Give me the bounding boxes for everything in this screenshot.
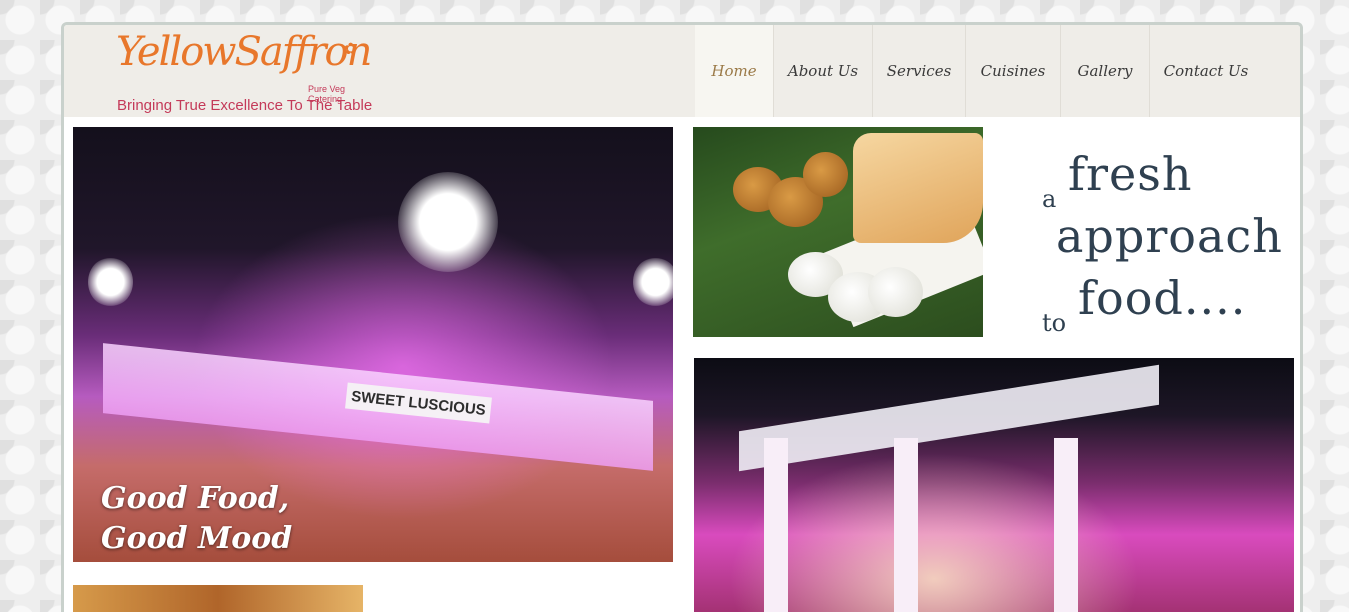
light-umbrella (633, 257, 673, 307)
nav-cuisines[interactable]: Cuisines (966, 25, 1061, 117)
nav-gallery[interactable]: Gallery (1061, 25, 1150, 117)
hero-caption-line2: Good Mood (101, 521, 293, 556)
flourish-icon: ✿ (344, 39, 358, 58)
nav-services[interactable]: Services (873, 25, 966, 117)
idli (868, 267, 923, 317)
site-header: YellowSaffron ✿ Pure Veg Catering Bringi… (64, 25, 1300, 117)
logo-wordmark: YellowSaffron (116, 29, 372, 75)
food-image (693, 127, 983, 337)
event-image (694, 358, 1294, 612)
hero-caption-line1: Good Food, (101, 481, 290, 516)
nav-home[interactable]: Home (695, 25, 774, 117)
nav-contact-us[interactable]: Contact Us (1150, 25, 1262, 117)
nav-about-us[interactable]: About Us (774, 25, 873, 117)
hero-caption: Good Food, Good Mood (101, 479, 292, 559)
site-container: YellowSaffron ✿ Pure Veg Catering Bringi… (61, 22, 1303, 612)
main-nav: Home About Us Services Cuisines Gallery … (695, 25, 1262, 117)
logo-tagline: Bringing True Excellence To The Table (117, 97, 373, 114)
tagline-food: food.... (1078, 271, 1247, 325)
tagline-a: a (1042, 185, 1057, 213)
light-umbrella (88, 257, 133, 307)
tagline-to: to (1042, 309, 1067, 337)
tagline-approach: approach (1056, 209, 1283, 263)
pillar (1054, 438, 1078, 612)
hero-image: SWEET LUSCIOUS Good Food, Good Mood (73, 127, 673, 562)
vada (803, 152, 848, 197)
pillar (894, 438, 918, 612)
light-umbrella (398, 172, 498, 272)
gallery-thumbnail (73, 585, 363, 612)
dosa (853, 133, 983, 243)
pergola (739, 364, 1159, 472)
tagline-fresh: fresh (1068, 147, 1193, 201)
pillar (764, 438, 788, 612)
logo[interactable]: YellowSaffron ✿ Pure Veg Catering Bringi… (116, 29, 372, 115)
